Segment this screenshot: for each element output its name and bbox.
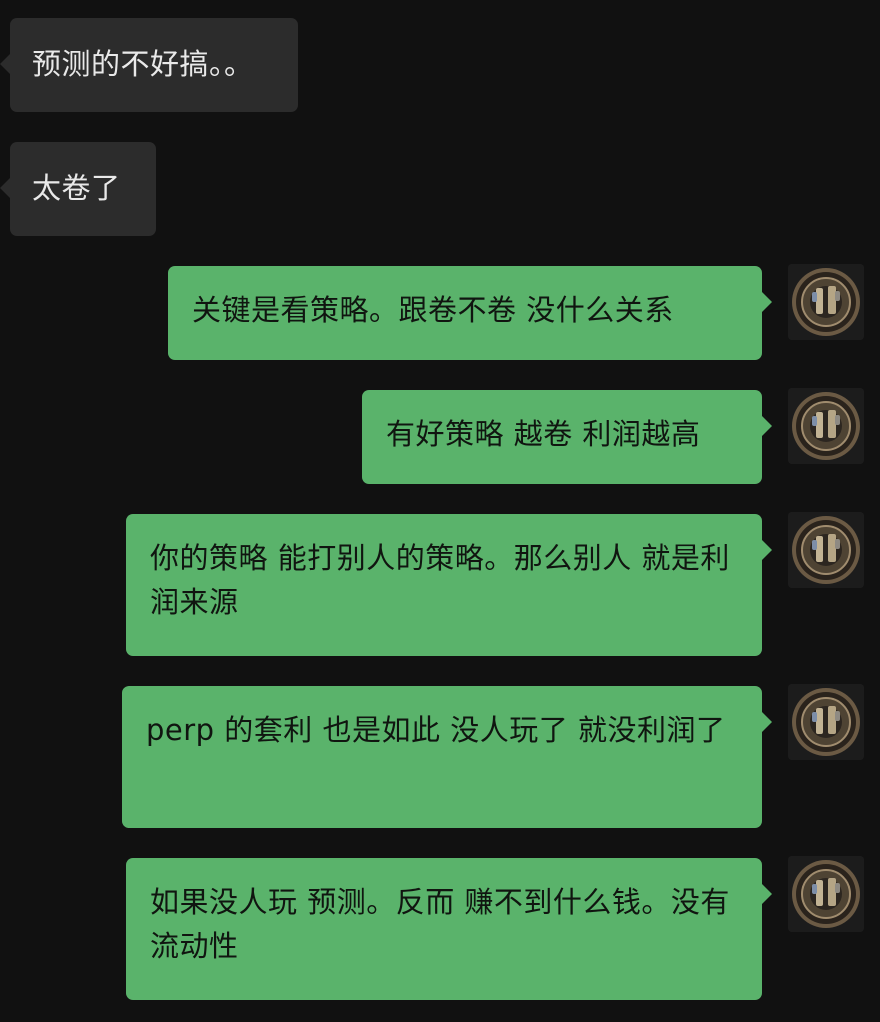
ornate-coin-avatar-icon: [788, 684, 864, 760]
message-text: 如果没人玩 预测。反而 赚不到什么钱。没有流动性: [150, 885, 730, 963]
ornate-coin-avatar-icon: [788, 512, 864, 588]
incoming-message-bubble[interactable]: 预测的不好搞。。: [0, 18, 298, 112]
message-text: 关键是看策略。跟卷不卷 没什么关系: [192, 293, 674, 327]
ornate-coin-avatar-icon: [788, 264, 864, 340]
message-text: 太卷了: [32, 171, 121, 205]
user-avatar[interactable]: [788, 856, 864, 932]
message-text: 预测的不好搞。。: [32, 47, 254, 81]
incoming-message-bubble[interactable]: 太卷了: [0, 142, 156, 236]
message-text: 你的策略 能打别人的策略。那么别人 就是利润来源: [150, 541, 730, 619]
ornate-coin-avatar-icon: [788, 856, 864, 932]
outgoing-message-bubble[interactable]: 关键是看策略。跟卷不卷 没什么关系: [168, 266, 772, 360]
outgoing-message-bubble[interactable]: 如果没人玩 预测。反而 赚不到什么钱。没有流动性: [126, 858, 772, 1000]
outgoing-message-bubble[interactable]: 你的策略 能打别人的策略。那么别人 就是利润来源: [126, 514, 772, 656]
outgoing-message-bubble[interactable]: perp 的套利 也是如此 没人玩了 就没利润了: [122, 686, 772, 828]
outgoing-message-bubble[interactable]: 有好策略 越卷 利润越高: [362, 390, 772, 484]
user-avatar[interactable]: [788, 388, 864, 464]
user-avatar[interactable]: [788, 684, 864, 760]
user-avatar[interactable]: [788, 264, 864, 340]
chat-message-list: 预测的不好搞。。 太卷了 关键是看策略。跟卷不卷 没什么关系 有好策略 越卷 利…: [0, 0, 880, 1022]
message-text: perp 的套利 也是如此 没人玩了 就没利润了: [146, 713, 726, 747]
ornate-coin-avatar-icon: [788, 388, 864, 464]
user-avatar[interactable]: [788, 512, 864, 588]
message-text: 有好策略 越卷 利润越高: [386, 417, 701, 451]
